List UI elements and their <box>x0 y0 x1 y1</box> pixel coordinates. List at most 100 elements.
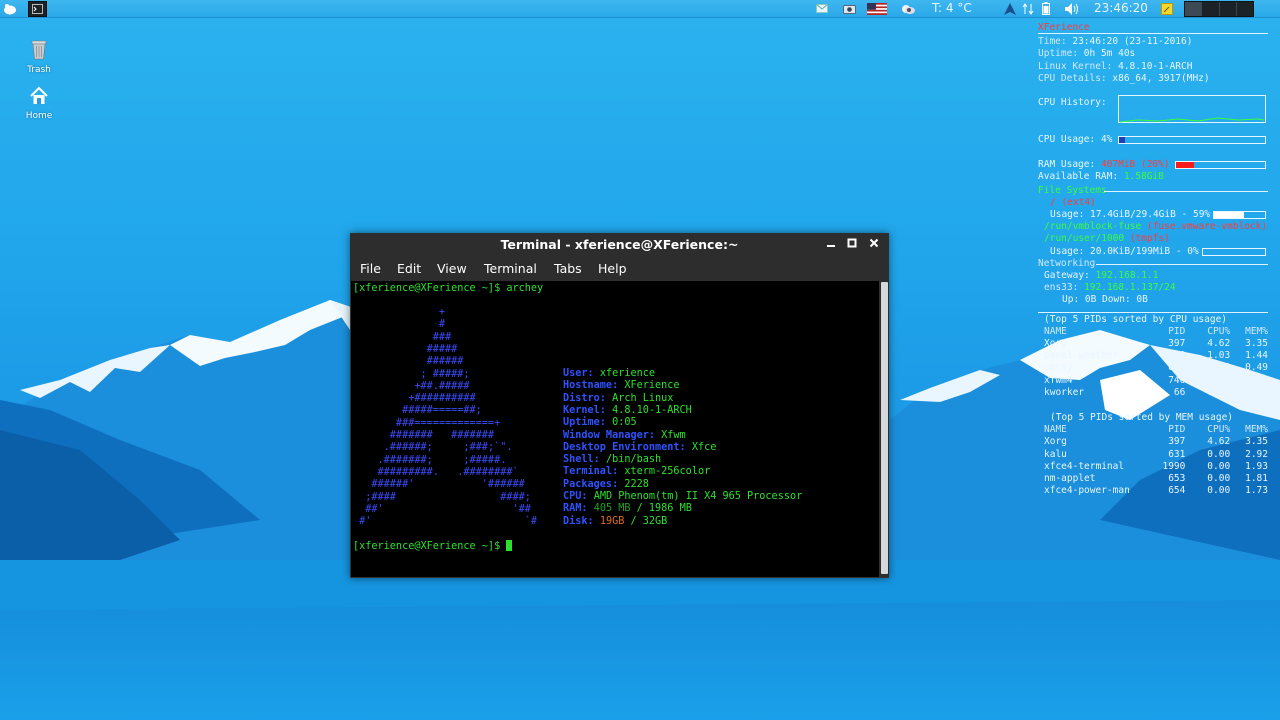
conky-label: Linux Kernel: <box>1038 60 1113 72</box>
process-cpu: 0.00 <box>1207 473 1231 485</box>
terminal-window[interactable]: Terminal - xferience@XFerience:~ File Ed… <box>350 233 889 578</box>
info-label: Uptime: <box>563 417 606 429</box>
process-cpu: 0.26 <box>1207 386 1231 398</box>
applications-menu-button[interactable] <box>1 1 19 16</box>
volume-icon[interactable] <box>1063 1 1081 16</box>
conky-ens33: 192.168.1.137/24 <box>1084 282 1176 294</box>
process-name: kalu <box>1044 448 1067 460</box>
conky-label: Uptime: <box>1038 48 1079 60</box>
terminal-scrollbar[interactable] <box>880 281 889 577</box>
process-pid: 1990 <box>1162 460 1186 472</box>
shell-prompt: [xferience@XFerience ~]$ <box>353 541 501 552</box>
info-ram-total: 1986 MB <box>648 503 692 515</box>
info-label: Desktop Environment: <box>563 441 686 453</box>
process-pid: 654 <box>1168 485 1186 497</box>
logo-line: ; #####; <box>353 368 470 380</box>
logo-line: #########. .########` <box>353 466 519 478</box>
terminal-output[interactable]: [xferience@XFerience ~]$ archey + # ### … <box>351 281 879 577</box>
menu-file[interactable]: File <box>360 257 381 281</box>
conky-label: Gateway: <box>1044 270 1090 282</box>
info-value: 4.8.10-1-ARCH <box>612 404 692 416</box>
conky-label: Available RAM: <box>1038 171 1119 183</box>
process-mem: 3.35 <box>1245 436 1268 448</box>
trash-icon <box>31 40 47 60</box>
conky-ram-usage: 407MiB (20%) <box>1100 159 1170 171</box>
arch-update-icon[interactable] <box>1001 1 1019 16</box>
info-ram-label: RAM: <box>563 503 588 515</box>
info-label: Hostname: <box>563 380 619 392</box>
workspace-switcher[interactable] <box>1184 1 1254 17</box>
weather-icon[interactable] <box>899 1 917 16</box>
screenshot-icon[interactable] <box>840 1 858 16</box>
fs-root-bar <box>1213 211 1266 220</box>
process-cpu: 4.62 <box>1207 436 1231 448</box>
process-pid: 631 <box>1168 448 1186 460</box>
process-pid: 397 <box>1168 436 1186 448</box>
menu-tabs[interactable]: Tabs <box>554 257 582 281</box>
network-icon[interactable] <box>1019 1 1037 16</box>
logo-line: ### <box>353 331 452 343</box>
workspace-3[interactable] <box>1220 2 1237 16</box>
workspace-4[interactable] <box>1237 2 1253 16</box>
scrollbar-thumb[interactable] <box>881 282 888 574</box>
conky-fs-vmblock: /run/vmblock-fuse <box>1044 221 1142 233</box>
process-row: kworker 66 0.26 0.00 <box>1038 387 1268 399</box>
process-cpu: 0.00 <box>1207 485 1231 497</box>
process-pid: 746 <box>1168 374 1186 386</box>
logo-line: +########## <box>353 393 476 405</box>
mail-icon[interactable] <box>813 1 831 16</box>
process-mem: 2.92 <box>1245 448 1268 460</box>
process-row: kalu 631 0.00 2.92 <box>1038 449 1268 461</box>
menu-edit[interactable]: Edit <box>397 257 421 281</box>
minimize-button[interactable] <box>823 233 839 257</box>
process-cpu: 0.77 <box>1207 374 1231 386</box>
close-icon <box>869 238 879 248</box>
menu-terminal[interactable]: Terminal <box>484 257 537 281</box>
logo-line: +##.##### <box>353 380 470 392</box>
conky-label: RAM Usage: <box>1038 159 1096 171</box>
panel-clock[interactable]: 23:46:20 <box>1094 0 1148 17</box>
us-flag-icon[interactable] <box>866 1 888 16</box>
info-value: xterm-256color <box>624 466 711 478</box>
process-name: nm-applet <box>1044 473 1096 485</box>
menu-help[interactable]: Help <box>598 257 627 281</box>
shell-prompt: [xferience@XFerience ~]$ <box>353 283 501 294</box>
conky-fs-root: / (ext4) <box>1050 196 1096 208</box>
conky-uptime: 0h 5m 40s <box>1083 48 1136 60</box>
conky-updown: Up: 0B Down: 0B <box>1062 294 1148 306</box>
info-value: AMD Phenom(tm) II X4 965 Processor <box>593 491 803 502</box>
workspace-2[interactable] <box>1202 2 1220 16</box>
terminal-titlebar[interactable]: Terminal - xferience@XFerience:~ <box>350 233 889 257</box>
conky-net-header: Networking <box>1038 257 1096 269</box>
info-label: Window Manager: <box>563 429 656 441</box>
logo-line: ###=============+ <box>353 417 501 429</box>
battery-icon[interactable] <box>1037 1 1055 16</box>
info-label: Distro: <box>563 392 606 404</box>
workspace-1[interactable] <box>1185 2 1203 16</box>
conky-cpu-usage: 4% <box>1100 134 1113 146</box>
process-pid: 770 <box>1168 350 1186 362</box>
close-button[interactable] <box>866 233 882 257</box>
conky-fs-root-usage: Usage: 17.4GiB/29.4GiB - 59% <box>1050 209 1211 221</box>
process-name: xfce4-terminal <box>1044 460 1125 472</box>
desktop-trash[interactable]: Trash <box>19 38 59 75</box>
taskbar-terminal-button[interactable] <box>28 1 47 17</box>
terminal-line: [xferience@XFerience ~]$ <box>353 540 513 553</box>
info-label: Terminal: <box>563 466 619 478</box>
process-mem: 3.35 <box>1245 338 1268 350</box>
process-name: Xorg <box>1044 338 1067 350</box>
archey-ram-line: RAM: 405 MB / 1986 MB <box>563 503 692 515</box>
panel-temperature[interactable]: T: 4 °C <box>932 0 972 17</box>
fs-run-user-bar <box>1202 247 1266 256</box>
maximize-button[interactable] <box>844 233 860 257</box>
info-label: Shell: <box>563 454 600 466</box>
logo-line: # <box>353 319 446 331</box>
process-cpu: 0.00 <box>1207 460 1231 472</box>
desktop-home[interactable]: Home <box>19 86 59 121</box>
notes-icon[interactable] <box>1158 1 1176 16</box>
process-name: panel-weather <box>1044 350 1119 362</box>
info-value: Xfwm <box>661 429 686 441</box>
menu-view[interactable]: View <box>437 257 467 281</box>
conky-mem-top-header: (Top 5 PIDs sorted by MEM usage) <box>1050 412 1234 424</box>
info-disk-sep: / <box>624 515 643 527</box>
